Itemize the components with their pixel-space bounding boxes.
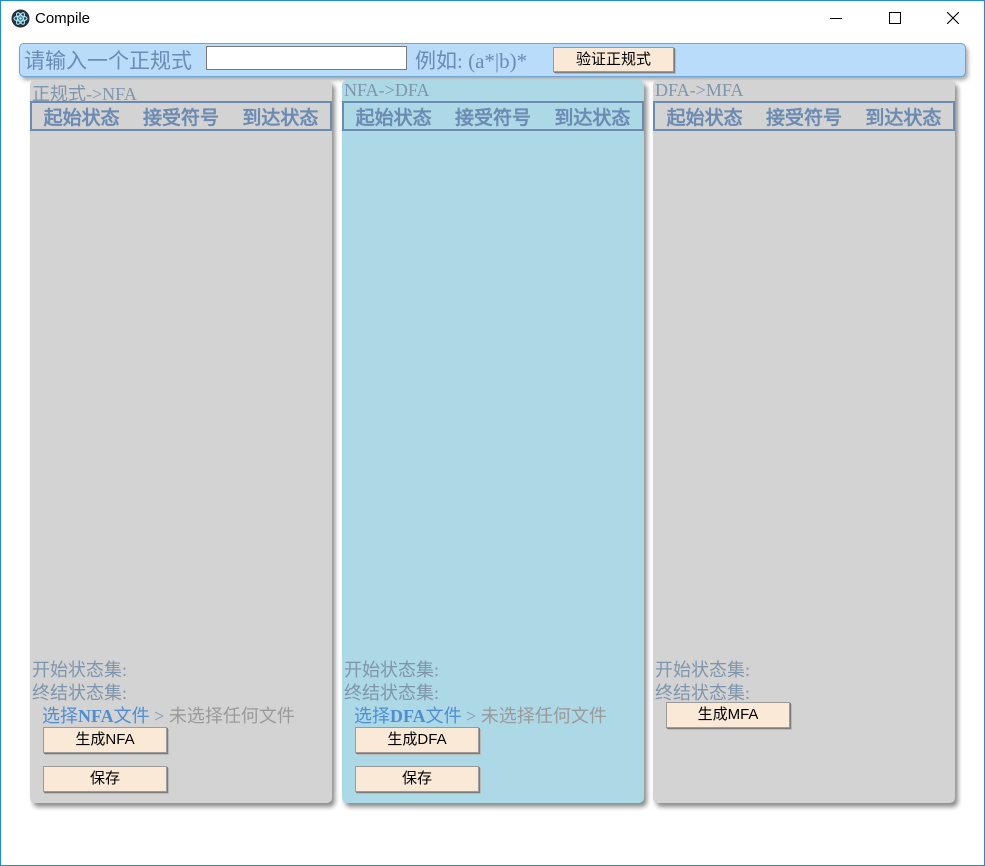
file-status: 未选择任何文件 [480, 706, 607, 726]
maximize-button[interactable] [866, 1, 924, 35]
regex-prompt-label: 请输入一个正规式 [24, 49, 192, 73]
column-target-state: 到达状态 [865, 107, 942, 129]
maximize-icon [889, 12, 901, 24]
column-accept-symbol: 接受符号 [454, 107, 531, 129]
choose-file-link[interactable]: 选择NFA文件 [42, 706, 150, 726]
save-dfa-button[interactable]: 保存 [355, 766, 479, 792]
choose-file-link[interactable]: 选择DFA文件 [354, 706, 462, 726]
file-separator: > [461, 706, 481, 726]
panel-title: DFA->MFA [655, 80, 744, 100]
file-status: 未选择任何文件 [168, 706, 295, 726]
dfa-panel: NFA->DFA 起始状态 接受符号 到达状态 开始状态集: 终结状态集: 选择… [342, 80, 644, 803]
title-bar[interactable]: Compile [1, 1, 984, 35]
minimize-icon [830, 18, 842, 19]
column-start-state: 起始状态 [355, 107, 432, 129]
regex-example-label: 例如: (a*|b)* [415, 49, 528, 73]
app-icon [11, 9, 30, 28]
panel-title: NFA->DFA [344, 80, 430, 100]
column-start-state: 起始状态 [666, 107, 743, 129]
save-nfa-button[interactable]: 保存 [43, 766, 167, 792]
minimize-button[interactable] [807, 1, 865, 35]
generate-nfa-button[interactable]: 生成NFA [43, 727, 167, 753]
mfa-panel: DFA->MFA 起始状态 接受符号 到达状态 开始状态集: 终结状态集: 生成… [653, 80, 955, 803]
column-target-state: 到达状态 [554, 107, 631, 129]
column-accept-symbol: 接受符号 [765, 107, 842, 129]
transition-table-header: 起始状态 接受符号 到达状态 [342, 101, 644, 131]
nfa-panel: 正规式->NFA 起始状态 接受符号 到达状态 开始状态集: 终结状态集: 选择… [30, 80, 332, 803]
file-separator: > [149, 706, 169, 726]
regex-toolbar: 请输入一个正规式 例如: (a*|b)* 验证正规式 [19, 43, 966, 77]
generate-dfa-button[interactable]: 生成DFA [355, 727, 479, 753]
transition-table-header: 起始状态 接受符号 到达状态 [653, 101, 955, 131]
verify-regex-button[interactable]: 验证正规式 [553, 47, 674, 72]
nfa-file-picker[interactable]: 选择NFA文件 > 未选择任何文件 [42, 702, 295, 728]
regex-input[interactable] [206, 46, 407, 70]
close-icon [947, 12, 959, 24]
window-title: Compile [35, 10, 91, 27]
column-target-state: 到达状态 [242, 107, 319, 129]
transition-table-header: 起始状态 接受符号 到达状态 [30, 101, 332, 131]
dfa-file-picker[interactable]: 选择DFA文件 > 未选择任何文件 [354, 702, 607, 728]
column-start-state: 起始状态 [43, 107, 120, 129]
close-button[interactable] [924, 1, 982, 35]
column-accept-symbol: 接受符号 [142, 107, 219, 129]
generate-mfa-button[interactable]: 生成MFA [666, 702, 790, 728]
